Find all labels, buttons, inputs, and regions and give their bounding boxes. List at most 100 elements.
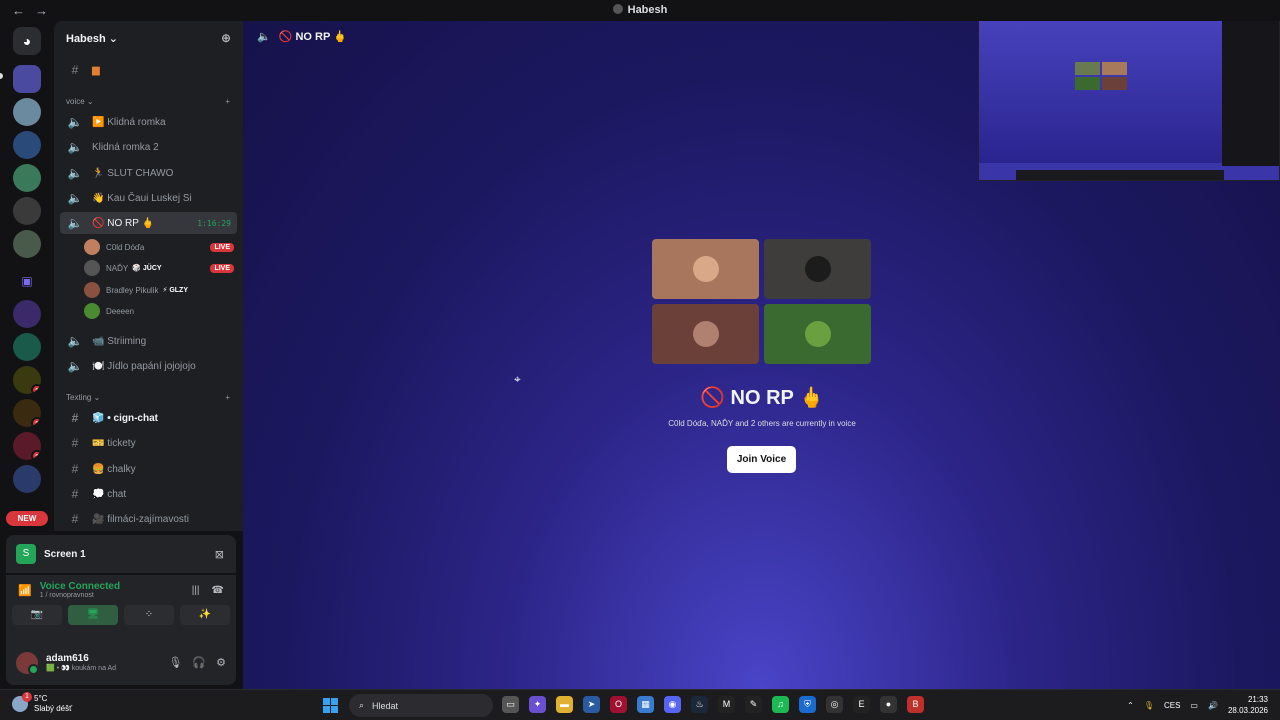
avatar	[84, 239, 100, 255]
voice-channel-active[interactable]: 🔈 🚫 NO RP 🖕 1:16:29	[60, 212, 237, 234]
server-icon-8[interactable]	[13, 333, 41, 361]
server-icon-10[interactable]: 1	[13, 399, 41, 427]
hash-icon: #	[71, 411, 79, 425]
soundboard-button[interactable]: ✨	[180, 605, 230, 625]
server-icon-4[interactable]	[13, 164, 41, 192]
user-avatar[interactable]	[16, 651, 39, 675]
text-channel[interactable]: # 💭 chat	[60, 483, 237, 505]
disconnect-icon[interactable]: ☎	[212, 585, 224, 596]
app-icon[interactable]: ◎	[826, 696, 843, 713]
server-icon-9[interactable]: 1	[13, 366, 41, 394]
text-channel[interactable]: # 🍔 chalky	[60, 458, 237, 480]
shield-icon[interactable]: ⛨	[799, 696, 816, 713]
text-category[interactable]: Texting ⌄ +	[66, 393, 230, 402]
voice-channel[interactable]: 🔈 👋 Kau Čaui Luskej Si	[60, 187, 237, 209]
app-icon[interactable]: ●	[880, 696, 897, 713]
opera-icon[interactable]: O	[610, 696, 627, 713]
voice-location[interactable]: 1 / rovnopravnost	[40, 592, 120, 599]
speaker-icon: 🔈	[67, 216, 83, 230]
noise-suppression-icon[interactable]: |||	[192, 585, 200, 596]
text-channel[interactable]: # 🎫 tickety	[60, 432, 237, 454]
taskbar-search[interactable]: ⌕ Hledat	[349, 694, 493, 717]
channel-top[interactable]: # ▆	[60, 59, 237, 81]
volume-icon[interactable]: 🔊	[1208, 701, 1218, 710]
participant-tile[interactable]	[764, 239, 871, 299]
voice-member[interactable]: Deeeen	[84, 301, 234, 321]
server-icon-6[interactable]	[13, 230, 41, 258]
server-icon-7[interactable]	[13, 300, 41, 328]
hash-icon: #	[71, 436, 79, 450]
copilot-icon[interactable]: ✦	[529, 696, 546, 713]
text-channel[interactable]: # 🧊 • cign-chat	[60, 407, 237, 429]
app-icon[interactable]: ➤	[583, 696, 600, 713]
channel-label: 🍽️ Jídlo papání jojojojo	[92, 360, 196, 372]
join-voice-button[interactable]: Join Voice	[727, 446, 796, 473]
camera-button[interactable]: 📷	[12, 605, 62, 625]
file-explorer-icon[interactable]: ▬	[556, 696, 573, 713]
voice-channel[interactable]: 🔈 ▶️ Klidná romka	[60, 111, 237, 133]
participant-tile[interactable]	[652, 304, 759, 364]
app-icon[interactable]: M	[718, 696, 735, 713]
member-tag: ⚡ GLZY	[162, 287, 188, 294]
microphone-icon[interactable]: 🎙	[168, 656, 182, 669]
server-icon-5[interactable]	[13, 197, 41, 225]
screen-share-button[interactable]: 🖥	[68, 605, 118, 625]
speaker-icon: 🔈	[67, 166, 83, 180]
person-add-icon[interactable]: ⊕	[221, 31, 231, 45]
steam-icon[interactable]: ♨	[691, 696, 708, 713]
store-icon[interactable]: ▦	[637, 696, 654, 713]
voice-status-row: 📶 Voice Connected 1 / rovnopravnost ||| …	[6, 575, 236, 605]
server-icon-1[interactable]	[13, 65, 41, 93]
weather-badge: 1	[22, 692, 32, 702]
clock[interactable]: 21:33 28.03.2026	[1228, 694, 1268, 716]
network-icon[interactable]: ▭	[1190, 701, 1198, 710]
voice-member[interactable]: Bradley Pikulik ⚡ GLZY	[84, 280, 234, 300]
discord-icon[interactable]: ◉	[664, 696, 681, 713]
discord-home-icon[interactable]: ◕	[13, 27, 41, 55]
channel-label: Klidná romka 2	[92, 141, 159, 153]
voice-channel[interactable]: 🔈 📹 Striiming	[60, 330, 237, 352]
text-channel[interactable]: # 🎥 filmáci-zajímavosti	[60, 508, 237, 530]
voice-member[interactable]: NAĎY 🎲 JÜCY LIVE	[84, 258, 234, 278]
epic-games-icon[interactable]: E	[853, 696, 870, 713]
username[interactable]: adam616	[46, 653, 116, 664]
voice-member[interactable]: C0ld Dóďa LIVE	[84, 237, 234, 257]
voice-channel-title: 🚫 NO RP 🖕	[700, 387, 824, 409]
chevron-up-icon[interactable]: ⌃	[1127, 701, 1134, 710]
activities-button[interactable]: ⁘	[124, 605, 174, 625]
voice-category[interactable]: voice ⌄ +	[66, 97, 230, 106]
guild-name: Habesh ⌄	[66, 32, 119, 45]
voice-channel[interactable]: 🔈 🍽️ Jídlo papání jojojojo	[60, 355, 237, 377]
participant-tile[interactable]	[652, 239, 759, 299]
plus-icon[interactable]: +	[225, 393, 230, 402]
signal-icon[interactable]: 📶	[18, 584, 32, 597]
title-bar: ← → Habesh	[0, 0, 1280, 21]
server-icon-2[interactable]	[13, 98, 41, 126]
voice-channel[interactable]: 🔈 Klidná romka 2	[60, 136, 237, 158]
windows-start-icon[interactable]	[323, 698, 338, 713]
temperature: 5°C	[34, 694, 48, 703]
task-view-icon[interactable]: ▭	[502, 696, 519, 713]
server-icon-12[interactable]	[13, 465, 41, 493]
voice-channel[interactable]: 🔈 🏃 SLUT CHAWO	[60, 162, 237, 184]
stream-preview-popout[interactable]	[978, 21, 1280, 181]
stop-stream-icon[interactable]: ⊠	[215, 548, 224, 561]
gear-icon[interactable]: ⚙	[216, 656, 226, 669]
plus-icon[interactable]: +	[225, 97, 230, 106]
spotify-icon[interactable]: ♫	[772, 696, 789, 713]
search-placeholder: Hledat	[372, 700, 399, 711]
voice-status[interactable]: Voice Connected	[40, 581, 120, 592]
microphone-icon[interactable]: 🎙	[1144, 701, 1154, 710]
participant-tile[interactable]	[764, 304, 871, 364]
crosshair-cursor-icon: ⌖	[514, 372, 521, 386]
weather-widget[interactable]: 1 5°C Slabý déšť	[12, 692, 72, 714]
folder-icon[interactable]: ▣	[13, 267, 41, 295]
language-indicator[interactable]: CES	[1164, 701, 1180, 710]
app-icon[interactable]: ✎	[745, 696, 762, 713]
app-icon[interactable]: B	[907, 696, 924, 713]
headphones-icon[interactable]: 🎧	[192, 656, 206, 669]
guild-header[interactable]: Habesh ⌄ ⊕	[54, 21, 243, 55]
server-icon-11[interactable]: 1	[13, 432, 41, 460]
voice-connection-panel: 📶 Voice Connected 1 / rovnopravnost ||| …	[6, 575, 236, 640]
server-icon-3[interactable]	[13, 131, 41, 159]
